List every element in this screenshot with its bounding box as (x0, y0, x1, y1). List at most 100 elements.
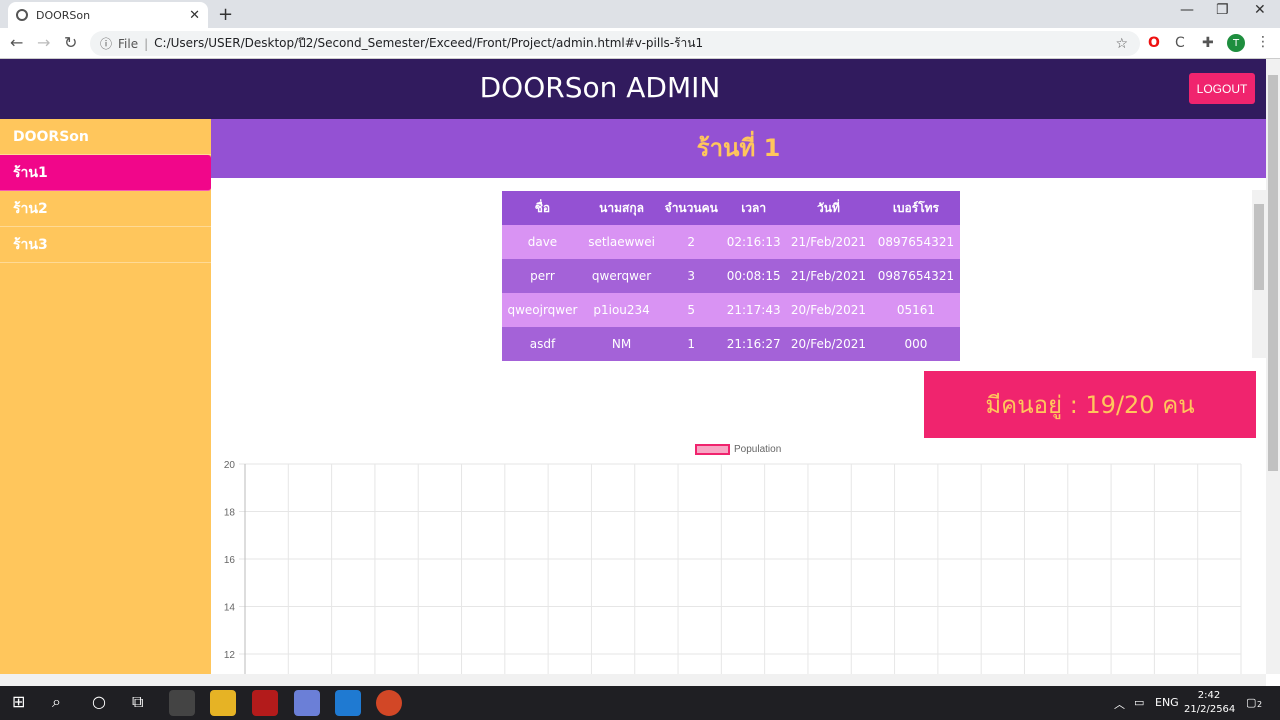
file-explorer-icon[interactable] (210, 690, 236, 716)
table-cell: 5 (660, 293, 723, 327)
browser-tab-strip: DOORSon ✕ + — ❐ ✕ (0, 0, 1280, 28)
table-cell: 20/Feb/2021 (785, 293, 872, 327)
table-cell: 00:08:15 (722, 259, 786, 293)
table-cell: 2 (660, 225, 723, 259)
app-icon[interactable] (294, 690, 320, 716)
window-close-button[interactable]: ✕ (1254, 2, 1266, 18)
reservation-table: ชื่อ นามสกุล จำนวนคน เวลา วันที่ เบอร์โท… (502, 191, 960, 361)
table-cell: 21/Feb/2021 (785, 259, 872, 293)
reservation-table-container: ชื่อ นามสกุล จำนวนคน เวลา วันที่ เบอร์โท… (502, 191, 960, 361)
forward-arrow-icon[interactable]: → (37, 33, 50, 52)
table-cell: 3 (660, 259, 723, 293)
reload-icon[interactable]: ↻ (64, 33, 77, 52)
sidebar: DOORSon ร้าน1 ร้าน2 ร้าน3 (0, 119, 211, 674)
column-header-time: เวลา (722, 191, 786, 225)
page-scrollbar-thumb[interactable] (1268, 75, 1278, 471)
table-cell: 02:16:13 (722, 225, 786, 259)
cortana-icon[interactable]: ○ (92, 692, 106, 711)
table-cell: 20/Feb/2021 (785, 327, 872, 361)
tab-close-icon[interactable]: ✕ (189, 8, 200, 23)
vscode-app-icon[interactable] (335, 690, 361, 716)
y-tick-label: 14 (224, 603, 236, 614)
url-bar[interactable]: ⓘ File | C:/Users/USER/Desktop/ปี2/Secon… (90, 31, 1140, 56)
column-header-surname: นามสกุล (582, 191, 661, 225)
sidebar-item-shop1[interactable]: ร้าน1 (0, 155, 211, 191)
table-cell: 1 (660, 327, 723, 361)
info-icon[interactable]: ⓘ (100, 35, 112, 52)
minimize-button[interactable]: — (1180, 2, 1194, 18)
tray-chevron-icon[interactable]: ︿ (1114, 696, 1125, 712)
table-cell: 21:17:43 (722, 293, 786, 327)
table-cell: 21/Feb/2021 (785, 225, 872, 259)
url-scheme-label: File (118, 36, 139, 51)
table-cell: 0897654321 (871, 225, 960, 259)
chart-svg: 20 18 16 14 12 (224, 460, 1242, 674)
notification-center-icon[interactable]: ▢ (1246, 696, 1256, 709)
table-cell: setlaewwei (582, 225, 661, 259)
profile-avatar[interactable]: T (1227, 34, 1245, 52)
clock-time: 2:42 (1197, 690, 1221, 701)
code-extension-icon[interactable]: C (1175, 35, 1185, 51)
notification-count: 2 (1257, 700, 1263, 709)
table-cell: perr (502, 259, 583, 293)
table-cell: asdf (502, 327, 583, 361)
sidebar-item-shop2[interactable]: ร้าน2 (0, 191, 211, 227)
sidebar-item-shop3[interactable]: ร้าน3 (0, 227, 211, 263)
column-header-people: จำนวนคน (660, 191, 723, 225)
tab-title: DOORSon (36, 8, 91, 22)
table-cell: p1iou234 (582, 293, 661, 327)
table-row: perr qwerqwer 3 00:08:15 21/Feb/2021 098… (502, 259, 960, 293)
task-view-icon[interactable]: ⧉ (132, 692, 143, 712)
table-scrollbar-thumb[interactable] (1254, 204, 1264, 290)
page-content: DOORSon ADMIN LOGOUT DOORSon ร้าน1 ร้าน2… (0, 59, 1266, 674)
logout-button[interactable]: LOGOUT (1189, 73, 1255, 104)
search-icon[interactable]: ⌕ (52, 692, 61, 712)
clock-date: 21/2/2564 (1184, 704, 1236, 715)
url-text[interactable]: C:/Users/USER/Desktop/ปี2/Second_Semeste… (154, 34, 703, 53)
table-cell: dave (502, 225, 583, 259)
windows-start-icon[interactable]: ⊞ (12, 692, 25, 711)
globe-icon (16, 9, 28, 21)
table-cell: 05161 (871, 293, 960, 327)
browser-menu-icon[interactable]: ⋮ (1256, 34, 1270, 50)
bookmark-star-icon[interactable]: ☆ (1115, 36, 1128, 52)
table-cell: NM (582, 327, 661, 361)
chrome-app-icon[interactable] (169, 690, 195, 716)
table-cell: qwerqwer (582, 259, 661, 293)
address-bar-row: ← → ↻ ⓘ File | C:/Users/USER/Desktop/ปี2… (0, 28, 1280, 59)
table-row: qweojrqwer p1iou234 5 21:17:43 20/Feb/20… (502, 293, 960, 327)
powerpoint-app-icon[interactable] (376, 690, 402, 716)
y-tick-label: 12 (224, 650, 236, 661)
browser-tab[interactable]: DOORSon ✕ (8, 2, 208, 28)
network-icon[interactable]: ▭ (1134, 696, 1144, 709)
new-tab-button[interactable]: + (218, 4, 233, 25)
maximize-button[interactable]: ❐ (1216, 2, 1229, 18)
y-tick-label: 16 (224, 555, 236, 566)
table-row: asdf NM 1 21:16:27 20/Feb/2021 000 (502, 327, 960, 361)
table-header-row: ชื่อ นามสกุล จำนวนคน เวลา วันที่ เบอร์โท… (502, 191, 960, 225)
shop-title: ร้านที่ 1 (211, 119, 1266, 178)
horizontal-scrollbar[interactable] (0, 674, 1266, 686)
table-row: dave setlaewwei 2 02:16:13 21/Feb/2021 0… (502, 225, 960, 259)
language-indicator[interactable]: ENG (1155, 696, 1179, 709)
puzzle-extensions-icon[interactable]: ✚ (1202, 35, 1214, 51)
table-scrollbar[interactable] (1252, 190, 1266, 358)
table-cell: qweojrqwer (502, 293, 583, 327)
system-clock[interactable]: 2:42 21/2/2564 (1184, 689, 1236, 717)
y-tick-label: 18 (224, 508, 236, 519)
back-arrow-icon[interactable]: ← (10, 33, 23, 52)
table-cell: 0987654321 (871, 259, 960, 293)
opera-extension-icon[interactable]: O (1148, 35, 1160, 51)
table-cell: 000 (871, 327, 960, 361)
top-header: DOORSon ADMIN LOGOUT (0, 59, 1266, 119)
table-cell: 21:16:27 (722, 327, 786, 361)
app-icon[interactable] (252, 690, 278, 716)
page-title: DOORSon ADMIN (479, 71, 721, 104)
sidebar-item-doorson[interactable]: DOORSon (0, 119, 211, 155)
column-header-date: วันที่ (785, 191, 872, 225)
windows-taskbar: ⊞ ⌕ ○ ⧉ ︿ ▭ ENG 2:42 21/2/2564 ▢ 2 (0, 686, 1280, 720)
occupancy-badge: มีคนอยู่ : 19/20 คน (924, 371, 1256, 438)
page-scrollbar[interactable] (1266, 59, 1280, 674)
column-header-name: ชื่อ (502, 191, 583, 225)
column-header-phone: เบอร์โทร (871, 191, 960, 225)
